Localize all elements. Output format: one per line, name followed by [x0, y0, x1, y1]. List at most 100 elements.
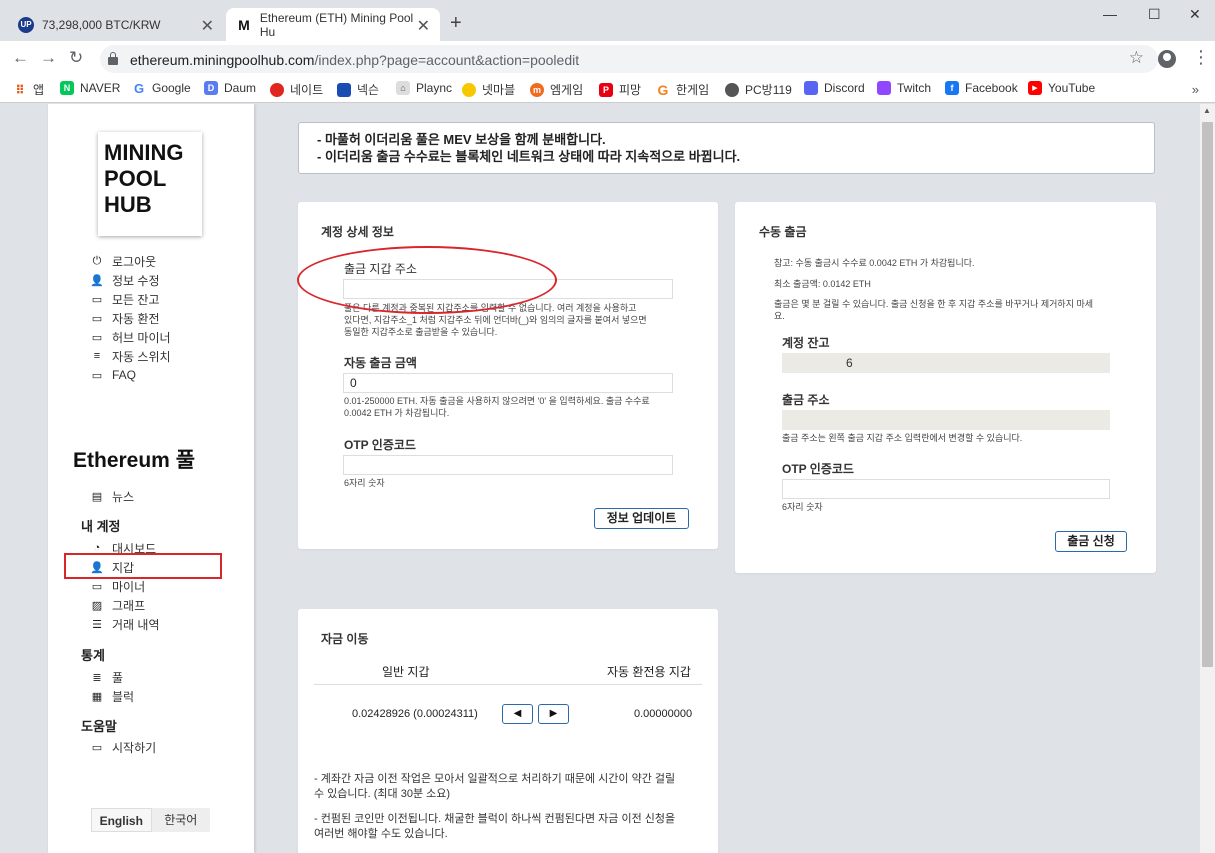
- otp-input[interactable]: [343, 455, 673, 475]
- monitor-icon: ▭: [91, 580, 103, 593]
- user-icon: 👤: [90, 274, 104, 287]
- request-withdraw-button[interactable]: 출금 신청: [1055, 531, 1127, 552]
- auto-wallet-balance: 0.00000000: [634, 708, 693, 720]
- list-icon: ≡: [93, 350, 101, 362]
- bookmark-nexon[interactable]: 넥슨: [337, 81, 379, 98]
- divider: [314, 684, 702, 685]
- bookmark-apps[interactable]: ⠿ 앱: [13, 81, 44, 98]
- tab-upbit[interactable]: UP 73,298,000 BTC/KRW ✕: [8, 8, 224, 41]
- card-title: 자금 이동: [321, 632, 369, 646]
- bookmark-star-icon[interactable]: ☆: [1129, 48, 1144, 68]
- auto-payout-label: 자동 출금 금액: [344, 356, 417, 370]
- withdraw-address-label: 출금 주소: [782, 393, 830, 407]
- bookmark-mgame[interactable]: m 엠게임: [530, 81, 583, 98]
- close-icon[interactable]: ✕: [201, 16, 214, 36]
- desktop-icon: ▭: [91, 741, 103, 754]
- profile-icon[interactable]: [1158, 50, 1176, 68]
- update-info-button[interactable]: 정보 업데이트: [594, 508, 689, 529]
- otp-help: 6자리 숫자: [344, 478, 385, 488]
- general-wallet-balance: 0.02428926 (0.00024311): [352, 708, 478, 720]
- withdraw-address-value: [782, 410, 1110, 430]
- menu-transactions[interactable]: ☰ 거래 내역: [90, 615, 159, 633]
- bookmark-twitch[interactable]: Twitch: [877, 81, 931, 95]
- bookmark-pcbang119[interactable]: PC방119: [725, 81, 792, 98]
- auto-exchange-wallet-header: 자동 환전용 지갑: [607, 665, 691, 679]
- bookmark-youtube[interactable]: ▶ YouTube: [1028, 81, 1095, 95]
- menu-getting-started[interactable]: ▭ 시작하기: [90, 738, 156, 756]
- transfer-left-button[interactable]: ◀: [502, 704, 533, 724]
- mining-pool-hub-logo[interactable]: MINING POOL HUB: [98, 132, 202, 236]
- section-stats: 통계: [81, 648, 105, 663]
- transfer-right-button[interactable]: ▶: [538, 704, 569, 724]
- withdraw-otp-input[interactable]: [782, 479, 1110, 499]
- bookmark-daum[interactable]: D Daum: [204, 81, 256, 95]
- address-bar[interactable]: ethereum.miningpoolhub.com/index.php?pag…: [100, 45, 1158, 73]
- twitch-icon: [877, 81, 891, 95]
- menu-logout[interactable]: ⏻ 로그아웃: [90, 252, 157, 270]
- minimize-icon[interactable]: —: [1103, 6, 1117, 22]
- fee-note: 참고: 수동 출금시 수수료 0.0042 ETH 가 차감됩니다.: [774, 258, 975, 268]
- reload-icon[interactable]: ↻: [69, 48, 83, 68]
- bookmark-nate[interactable]: 네이트: [270, 81, 323, 98]
- scroll-up-icon[interactable]: ▲: [1203, 106, 1211, 115]
- apps-grid-icon: ⠿: [15, 82, 25, 97]
- list-icon: ☰: [92, 618, 102, 631]
- forward-icon[interactable]: →: [40, 48, 57, 68]
- google-icon: G: [133, 80, 145, 96]
- red-highlight-rectangle: [64, 553, 222, 579]
- vertical-scrollbar[interactable]: ▲: [1200, 104, 1215, 853]
- bookmark-discord[interactable]: Discord: [804, 81, 865, 95]
- fund-transfer-card: 자금 이동 일반 지갑 자동 환전용 지갑 0.02428926 (0.0002…: [298, 609, 718, 853]
- mph-favicon-icon: M: [238, 16, 250, 33]
- monitor-icon: ▭: [91, 312, 103, 325]
- menu-all-balances[interactable]: ▭ 모든 잔고: [90, 290, 160, 308]
- lang-korean-button[interactable]: 한국어: [152, 808, 211, 832]
- lock-icon: [108, 52, 118, 65]
- facebook-icon: f: [945, 81, 959, 95]
- bookmark-google[interactable]: G Google: [132, 80, 191, 96]
- auto-payout-help: 0.01-250000 ETH. 자동 출금을 사용하지 않으려면 '0' 을 …: [344, 396, 650, 418]
- withdraw-address-help: 출금 주소는 왼쪽 출금 지갑 주소 입력란에서 변경할 수 있습니다.: [782, 433, 1023, 443]
- more-menu-icon[interactable]: ⋮: [1192, 47, 1210, 68]
- language-switcher: English 한국어: [91, 808, 210, 832]
- menu-faq[interactable]: ▭ FAQ: [90, 366, 136, 384]
- min-withdraw-note: 최소 출금액: 0.0142 ETH: [774, 279, 871, 289]
- transfer-note-1: - 계좌간 자금 이전 작업은 모아서 일괄적으로 처리하기 때문에 시간이 약…: [314, 773, 676, 800]
- section-help: 도움말: [81, 719, 117, 734]
- back-icon[interactable]: ←: [12, 48, 29, 68]
- menu-edit-profile[interactable]: 👤 정보 수정: [90, 271, 159, 289]
- menu-hub-miner[interactable]: ▭ 허브 마이너: [90, 328, 171, 346]
- power-icon: ⏻: [92, 254, 102, 267]
- bookmarks-bar: ⠿ 앱 N NAVER G Google D Daum 네이트 넥슨 ⌂ Plaync 넷…: [0, 77, 1215, 103]
- close-icon[interactable]: ✕: [417, 16, 430, 36]
- nexon-icon: [337, 82, 351, 97]
- auto-payout-input[interactable]: [343, 373, 673, 393]
- menu-blocks[interactable]: ▦ 블럭: [90, 687, 134, 705]
- menu-miners[interactable]: ▭ 마이너: [90, 577, 145, 595]
- lang-english-button[interactable]: English: [91, 808, 152, 832]
- tab-title: 73,298,000 BTC/KRW: [42, 17, 161, 32]
- menu-graph[interactable]: ▨ 그래프: [90, 596, 145, 614]
- tab-miningpoolhub[interactable]: M Ethereum (ETH) Mining Pool Hu ✕: [226, 8, 440, 41]
- menu-news[interactable]: ▤ 뉴스: [90, 487, 134, 505]
- otp-label: OTP 인증코드: [782, 462, 854, 476]
- new-tab-icon[interactable]: +: [450, 12, 462, 35]
- bookmark-pmang[interactable]: P 피망: [599, 81, 641, 98]
- menu-auto-switch[interactable]: ≡ 자동 스위치: [90, 347, 171, 365]
- bookmark-naver[interactable]: N NAVER: [60, 81, 120, 95]
- bookmark-hangame[interactable]: G 한게임: [656, 81, 710, 98]
- mgame-icon: m: [530, 82, 544, 97]
- scrollbar-thumb[interactable]: [1202, 122, 1213, 667]
- menu-pool-stats[interactable]: ≣ 풀: [90, 668, 123, 686]
- bookmark-plaync[interactable]: ⌂ Plaync: [396, 81, 452, 95]
- nate-icon: [270, 82, 284, 97]
- window-close-icon[interactable]: ✕: [1189, 6, 1201, 23]
- bookmarks-overflow-icon[interactable]: »: [1192, 82, 1199, 97]
- upbit-favicon-icon: UP: [18, 16, 34, 33]
- bookmark-netmarble[interactable]: 넷마블: [462, 81, 515, 98]
- maximize-icon[interactable]: ☐: [1148, 6, 1161, 23]
- transfer-note-2: - 컨펌된 코인만 이전됩니다. 채굴한 블럭이 하나씩 컨펌된다면 자금 이전…: [314, 813, 676, 840]
- bookmark-facebook[interactable]: f Facebook: [945, 81, 1018, 95]
- menu-auto-exchange[interactable]: ▭ 자동 환전: [90, 309, 160, 327]
- card-title: 계정 상세 정보: [321, 225, 394, 239]
